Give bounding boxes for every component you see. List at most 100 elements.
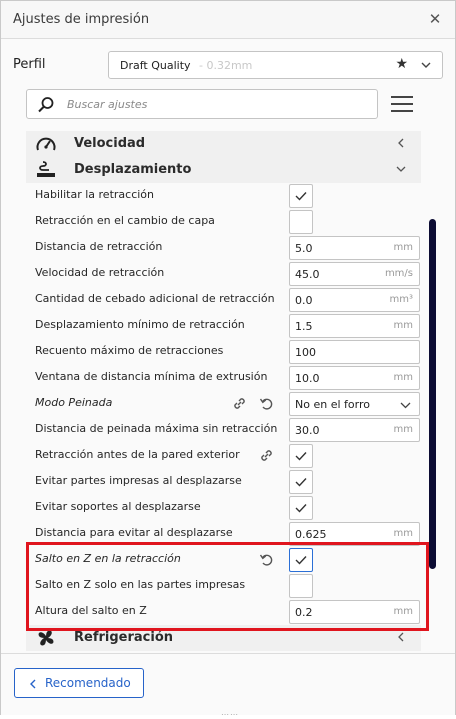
setting-row-desplazamiento-minimo: Desplazamiento mínimo de retracción 1.5 … — [26, 313, 421, 339]
category-label: Desplazamiento — [74, 162, 192, 177]
setting-row-recuento-maximo: Recuento máximo de retracciones 100 — [26, 339, 421, 365]
field-value: 5.0 — [295, 242, 313, 255]
z-hop-height-field[interactable]: 0.2 mm — [289, 600, 420, 624]
setting-label: Altura del salto en Z — [35, 604, 147, 617]
setting-row-distancia-peinada: Distancia de peinada máxima sin retracci… — [26, 417, 421, 443]
link-icon[interactable] — [259, 448, 274, 463]
chevron-left-icon — [398, 632, 404, 642]
setting-row-distancia-evitar: Distancia para evitar al desplazarse 0.6… — [26, 521, 421, 547]
select-value: No en el forro — [295, 398, 370, 411]
field-value: 0.2 — [295, 606, 313, 619]
field-unit: mm — [393, 372, 413, 383]
setting-label: Recuento máximo de retracciones — [35, 344, 224, 357]
footer-bar: Recomendado ⋯⋯ — [1, 653, 455, 719]
chevron-down-icon — [400, 402, 411, 409]
field-unit: mm — [393, 424, 413, 435]
check-icon — [295, 192, 307, 201]
travel-avoid-distance-field[interactable]: 0.625 mm — [289, 522, 420, 546]
setting-row-habilitar-retraccion: Habilitar la retracción — [26, 183, 421, 209]
check-icon — [295, 452, 307, 461]
field-unit: mm — [393, 320, 413, 331]
field-unit: mm³ — [389, 294, 414, 305]
field-value: 1.5 — [295, 320, 313, 333]
extrusion-window-field[interactable]: 10.0 mm — [289, 366, 420, 390]
setting-row-modo-peinada: Modo Peinada No en el forro — [26, 391, 421, 417]
combing-mode-select[interactable]: No en el forro — [289, 392, 420, 416]
reset-icon[interactable] — [259, 552, 274, 567]
z-hop-retraction-checkbox[interactable] — [289, 548, 313, 572]
setting-row-evitar-partes-impresas: Evitar partes impresas al desplazarse — [26, 469, 421, 495]
reset-icon[interactable] — [259, 396, 274, 411]
setting-row-salto-z-retraccion: Salto en Z en la retracción — [26, 547, 421, 573]
setting-row-ventana-distancia: Ventana de distancia mínima de extrusión… — [26, 365, 421, 391]
avoid-printed-parts-checkbox[interactable] — [289, 470, 313, 494]
setting-row-altura-salto-z: Altura del salto en Z 0.2 mm — [26, 599, 421, 625]
search-icon — [38, 97, 54, 113]
retraction-extra-prime-field[interactable]: 0.0 mm³ — [289, 288, 420, 312]
retraction-count-max-field[interactable]: 100 — [289, 340, 420, 364]
check-icon — [295, 504, 307, 513]
setting-row-evitar-soportes: Evitar soportes al desplazarse — [26, 495, 421, 521]
retraction-enable-checkbox[interactable] — [289, 184, 313, 208]
category-refrigeracion[interactable]: Refrigeración — [26, 625, 421, 651]
setting-row-distancia-retraccion: Distancia de retracción 5.0 mm — [26, 235, 421, 261]
setting-label: Modo Peinada — [35, 396, 113, 409]
setting-label: Habilitar la retracción — [35, 188, 155, 201]
profile-layer-height: - 0.32mm — [199, 59, 253, 72]
setting-label: Distancia para evitar al desplazarse — [35, 526, 233, 539]
setting-label: Ventana de distancia mínima de extrusión — [35, 370, 268, 383]
setting-row-cebado-adicional: Cantidad de cebado adicional de retracci… — [26, 287, 421, 313]
setting-label: Distancia de retracción — [35, 240, 163, 253]
setting-row-velocidad-retraccion: Velocidad de retracción 45.0 mm/s — [26, 261, 421, 287]
setting-row-salto-z-partes-impresas: Salto en Z solo en las partes impresas — [26, 573, 421, 599]
window-title: Ajustes de impresión — [13, 12, 150, 27]
recommended-button[interactable]: Recomendado — [14, 668, 144, 698]
setting-label: Velocidad de retracción — [35, 266, 165, 279]
setting-label: Retracción antes de la pared exterior — [35, 448, 240, 461]
travel-icon — [37, 161, 55, 177]
setting-row-retraccion-pared-exterior: Retracción antes de la pared exterior — [26, 443, 421, 469]
category-desplazamiento[interactable]: Desplazamiento — [26, 157, 421, 183]
settings-scrollbar[interactable] — [429, 219, 436, 569]
retraction-min-travel-field[interactable]: 1.5 mm — [289, 314, 420, 338]
category-label: Velocidad — [74, 136, 146, 151]
z-hop-only-printed-checkbox[interactable] — [289, 574, 313, 598]
setting-label: Salto en Z en la retracción — [35, 552, 181, 565]
retraction-distance-field[interactable]: 5.0 mm — [289, 236, 420, 260]
setting-label: Cantidad de cebado adicional de retracci… — [35, 292, 275, 305]
category-label: Refrigeración — [74, 630, 174, 645]
close-icon[interactable]: ✕ — [425, 9, 445, 29]
menu-icon — [391, 96, 413, 98]
retract-layer-change-checkbox[interactable] — [289, 210, 313, 234]
field-value: 100 — [295, 346, 316, 359]
chevron-down-icon — [396, 166, 406, 172]
field-unit: mm — [393, 606, 413, 617]
field-value: 10.0 — [295, 372, 320, 385]
setting-label: Desplazamiento mínimo de retracción — [35, 318, 245, 331]
check-icon — [295, 478, 307, 487]
profile-value: Draft Quality — [120, 59, 191, 72]
profile-dropdown[interactable]: Draft Quality - 0.32mm ★ — [108, 51, 443, 79]
recommended-label: Recomendado — [45, 676, 131, 690]
print-settings-window: Ajustes de impresión ✕ Perfil Draft Qual… — [0, 0, 456, 719]
fan-icon — [38, 630, 54, 646]
chevron-left-icon — [30, 679, 36, 689]
retract-before-outer-wall-checkbox[interactable] — [289, 444, 313, 468]
category-velocidad[interactable]: Velocidad — [26, 131, 421, 157]
search-box — [26, 89, 378, 119]
link-icon[interactable] — [232, 396, 247, 411]
search-input[interactable] — [67, 95, 367, 113]
retraction-speed-field[interactable]: 45.0 mm/s — [289, 262, 420, 286]
avoid-supports-checkbox[interactable] — [289, 496, 313, 520]
setting-row-retraccion-cambio-capa: Retracción en el cambio de capa — [26, 209, 421, 235]
settings-menu-button[interactable] — [391, 94, 413, 114]
field-unit: mm/s — [384, 268, 413, 279]
setting-label: Evitar soportes al desplazarse — [35, 500, 201, 513]
combing-max-distance-field[interactable]: 30.0 mm — [289, 418, 420, 442]
profile-label: Perfil — [13, 57, 46, 72]
star-icon[interactable]: ★ — [395, 56, 408, 72]
field-value: 0.0 — [295, 294, 313, 307]
field-value: 30.0 — [295, 424, 320, 437]
field-value: 45.0 — [295, 268, 320, 281]
field-value: 0.625 — [295, 528, 327, 541]
